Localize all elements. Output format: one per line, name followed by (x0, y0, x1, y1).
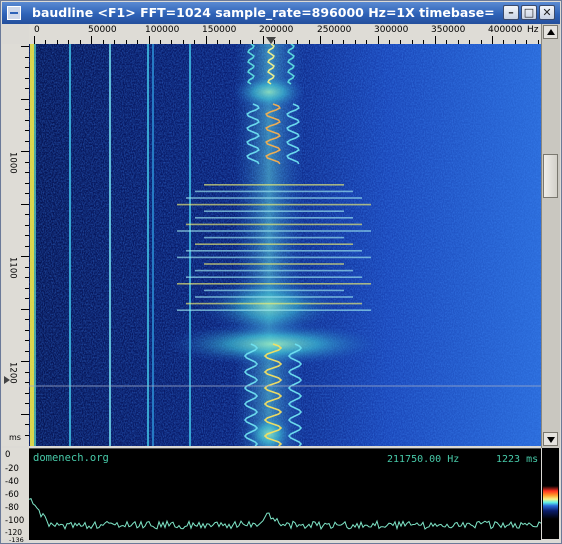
freq-tick (148, 36, 150, 44)
close-button[interactable]: ✕ (539, 5, 555, 20)
app-menu-icon[interactable] (7, 6, 21, 20)
time-tick (21, 203, 29, 205)
spectrum-y-axis: 0 -20 -40 -60 -80 -100 -120 -136 (2, 448, 29, 544)
freq-tick (263, 36, 264, 44)
minimize-icon: – (508, 6, 514, 19)
freq-streak (186, 250, 362, 252)
color-palette-bar (542, 448, 559, 539)
freq-label-400000: 400000 (488, 25, 523, 35)
freq-streak (186, 302, 362, 305)
y-label-0: 0 (5, 450, 11, 460)
scroll-thumb[interactable] (543, 154, 558, 198)
freq-streak (204, 263, 344, 265)
frequency-ruler[interactable]: 0 50000 100000 150000 200000 250000 3000… (29, 24, 541, 45)
freq-streak (204, 236, 344, 239)
time-ruler[interactable]: 1000 1100 1200 ms (2, 44, 30, 446)
freq-streak (204, 184, 344, 186)
freq-label-300000: 300000 (374, 25, 409, 35)
freq-tick (377, 36, 379, 44)
minimize-button[interactable]: – (503, 5, 519, 20)
baudline-window: baudline <F1> FFT=1024 sample_rate=89600… (0, 0, 562, 544)
freq-label-50000: 50000 (88, 25, 117, 35)
freq-tick (34, 36, 35, 44)
time-tick (21, 151, 29, 152)
time-tick (21, 46, 29, 47)
y-label-40: -40 (5, 477, 19, 487)
freq-tick (492, 36, 493, 44)
time-label-1000: 1000 (7, 152, 18, 176)
freq-label-350000: 350000 (431, 25, 466, 35)
freq-label-150000: 150000 (202, 25, 237, 35)
maximize-button[interactable]: □ (521, 5, 537, 20)
arrow-up-icon (547, 29, 555, 35)
freq-streak (195, 296, 353, 298)
freq-unit-label: Hz (527, 25, 539, 35)
spectrogram-waterfall[interactable] (29, 44, 541, 446)
freq-streak (195, 217, 353, 219)
freq-tick (320, 36, 322, 44)
freq-streak (186, 197, 362, 199)
close-icon: ✕ (542, 6, 552, 19)
freq-streak (177, 203, 371, 206)
burst-glow-2 (199, 276, 339, 336)
time-tick (21, 413, 29, 415)
freq-streak (177, 309, 371, 311)
window-title: baudline <F1> FFT=1024 sample_rate=89600… (32, 5, 494, 20)
scroll-down-button[interactable] (543, 432, 558, 446)
scroll-up-button[interactable] (543, 25, 558, 39)
cursor-marker-icon[interactable] (266, 37, 276, 44)
time-unit-label: ms (9, 433, 21, 442)
freq-label-0: 0 (34, 25, 40, 35)
time-label-1100: 1100 (7, 257, 18, 281)
freq-streak (186, 276, 362, 278)
time-tick (21, 308, 29, 310)
freq-tick (205, 36, 207, 44)
freq-tick (91, 36, 93, 44)
freq-streak (177, 283, 371, 285)
spectrum-trace (29, 497, 541, 531)
palette-gradient (543, 486, 558, 519)
spectrum-plot (29, 497, 541, 531)
time-tick (21, 256, 29, 257)
freq-streak (177, 256, 371, 259)
y-label-20: -20 (5, 464, 19, 474)
freq-streak (195, 243, 353, 245)
freq-streak (177, 230, 371, 232)
maximize-icon: □ (523, 6, 535, 19)
time-label-1100-text: 1100 (7, 257, 18, 279)
freq-label-200000: 200000 (259, 25, 294, 35)
title-bar[interactable]: baudline <F1> FFT=1024 sample_rate=89600… (2, 2, 560, 24)
time-label-1000-text: 1000 (7, 152, 18, 174)
y-label-100: -100 (5, 516, 25, 526)
time-tick (21, 98, 29, 100)
y-label-80: -80 (5, 503, 19, 513)
freq-streak (195, 269, 353, 272)
y-label-60: -60 (5, 490, 19, 500)
freq-streak (204, 210, 344, 212)
spectrum-panel[interactable]: domenech.org 211750.00 Hz 1223 ms (29, 448, 541, 540)
time-cursor-marker-icon[interactable] (4, 376, 10, 384)
arrow-down-icon (547, 437, 555, 443)
freq-label-250000: 250000 (317, 25, 352, 35)
y-label-136: -136 (9, 536, 24, 544)
freq-streak (204, 289, 344, 292)
freq-tick (434, 36, 436, 44)
freq-streak (195, 190, 353, 193)
freq-streak (186, 223, 362, 226)
vertical-scrollbar[interactable] (541, 24, 560, 448)
freq-label-100000: 100000 (145, 25, 180, 35)
time-tick (21, 361, 29, 362)
